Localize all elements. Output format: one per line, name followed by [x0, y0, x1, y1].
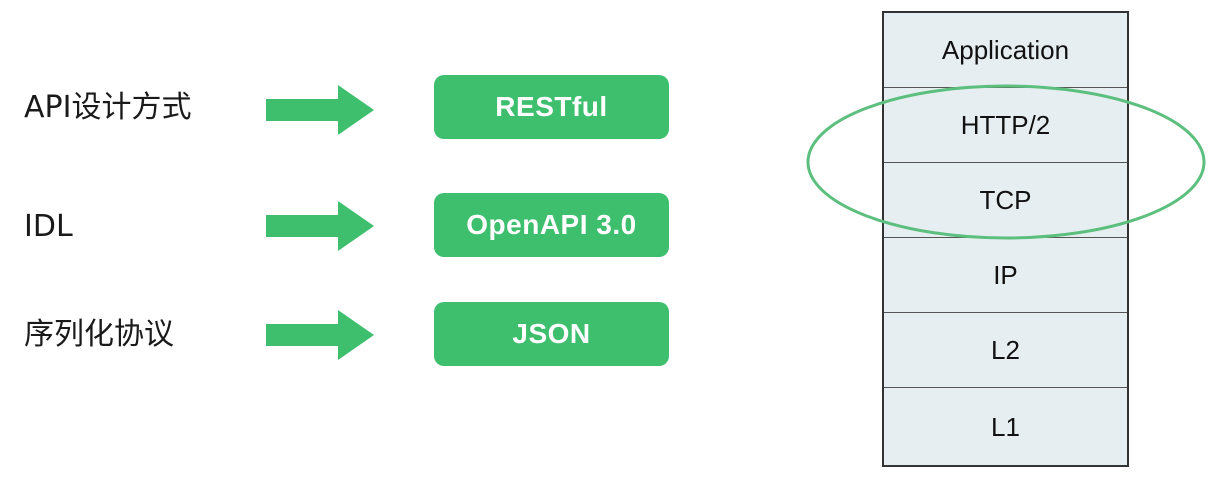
value-badge-restful: RESTful — [434, 75, 669, 139]
stack-layer-http2: HTTP/2 — [884, 88, 1127, 163]
stack-layer-ip: IP — [884, 238, 1127, 313]
value-badge-label: RESTful — [495, 91, 608, 122]
arrow-right-icon — [266, 310, 374, 360]
stack-layer-label: TCP — [979, 184, 1032, 215]
row-label-api-design: API设计方式 — [24, 90, 192, 125]
stack-layer-label: HTTP/2 — [960, 109, 1051, 140]
stack-layer-l1: L1 — [884, 389, 1127, 465]
row-label-idl: IDL — [24, 209, 73, 244]
value-badge-label: OpenAPI 3.0 — [466, 209, 637, 240]
protocol-stack: Application HTTP/2 TCP IP L2 L1 — [882, 11, 1129, 467]
value-badge-openapi: OpenAPI 3.0 — [434, 193, 669, 257]
value-badge-label: JSON — [512, 318, 591, 349]
stack-layer-tcp: TCP — [884, 163, 1127, 238]
arrow-right-icon — [266, 85, 374, 135]
value-badge-json: JSON — [434, 302, 669, 366]
stack-layer-label: IP — [993, 259, 1018, 290]
stack-layer-application: Application — [884, 13, 1127, 88]
stack-layer-label: Application — [941, 34, 1070, 65]
row-label-serialization: 序列化协议 — [24, 317, 174, 352]
stack-layer-label: L1 — [991, 411, 1020, 442]
stack-layer-l2: L2 — [884, 313, 1127, 388]
arrow-right-icon — [266, 201, 374, 251]
stack-layer-label: L2 — [991, 334, 1020, 365]
